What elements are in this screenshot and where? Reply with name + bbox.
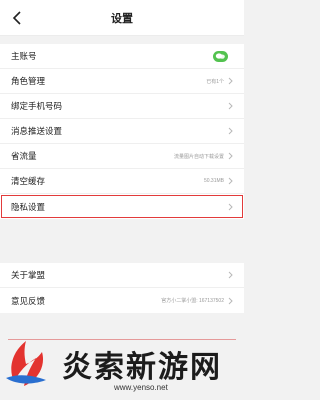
settings-group-about: 关于掌盟 意见反馈 官方小二掌小盟: 167137502 bbox=[0, 263, 244, 313]
chevron-right-icon bbox=[228, 177, 234, 185]
row-label: 角色管理 bbox=[11, 76, 46, 86]
watermark-logo-icon bbox=[2, 338, 50, 390]
row-label: 绑定手机号码 bbox=[11, 101, 63, 111]
row-label: 隐私设置 bbox=[11, 201, 46, 212]
row-privacy[interactable]: 隐私设置 bbox=[0, 194, 244, 219]
chevron-right-icon bbox=[228, 77, 234, 85]
settings-group-main: 主账号 角色管理 已有1个 绑定手机号码 消息推送设置 省流量 流量图片自动下载… bbox=[0, 44, 244, 219]
chevron-right-icon bbox=[228, 203, 234, 211]
row-label: 省流量 bbox=[11, 151, 37, 161]
row-role-manage[interactable]: 角色管理 已有1个 bbox=[0, 69, 244, 94]
row-main-account[interactable]: 主账号 bbox=[0, 44, 244, 69]
row-about[interactable]: 关于掌盟 bbox=[0, 263, 244, 288]
row-label: 关于掌盟 bbox=[11, 270, 46, 280]
row-bind-phone[interactable]: 绑定手机号码 bbox=[0, 94, 244, 119]
watermark-site-name: 炎索新游网 bbox=[62, 350, 222, 385]
row-clear-cache[interactable]: 清空缓存 50.31MB bbox=[0, 169, 244, 194]
chevron-right-icon bbox=[228, 271, 234, 279]
row-value: 流量图片自动下载设置 bbox=[173, 153, 224, 160]
row-value: 官方小二掌小盟: 167137502 bbox=[161, 298, 224, 304]
row-label: 意见反馈 bbox=[11, 295, 46, 306]
row-feedback[interactable]: 意见反馈 官方小二掌小盟: 167137502 bbox=[0, 288, 244, 313]
top-bar: 设置 bbox=[0, 0, 244, 36]
row-label: 消息推送设置 bbox=[11, 126, 63, 136]
chevron-left-icon bbox=[12, 11, 21, 25]
chevron-right-icon bbox=[228, 297, 234, 305]
row-value: 已有1个 bbox=[206, 78, 224, 85]
chevron-right-icon bbox=[228, 152, 234, 160]
chevron-right-icon bbox=[228, 127, 234, 135]
row-push-settings[interactable]: 消息推送设置 bbox=[0, 119, 244, 144]
row-save-data[interactable]: 省流量 流量图片自动下载设置 bbox=[0, 144, 244, 169]
row-label: 主账号 bbox=[11, 51, 37, 61]
row-value: 50.31MB bbox=[203, 178, 224, 184]
wechat-icon bbox=[213, 50, 228, 62]
row-label: 清空缓存 bbox=[11, 176, 46, 186]
back-button[interactable] bbox=[4, 4, 30, 32]
chevron-right-icon bbox=[228, 102, 234, 110]
page-title: 设置 bbox=[111, 12, 133, 25]
watermark-url: www.yenso.net bbox=[114, 383, 168, 392]
